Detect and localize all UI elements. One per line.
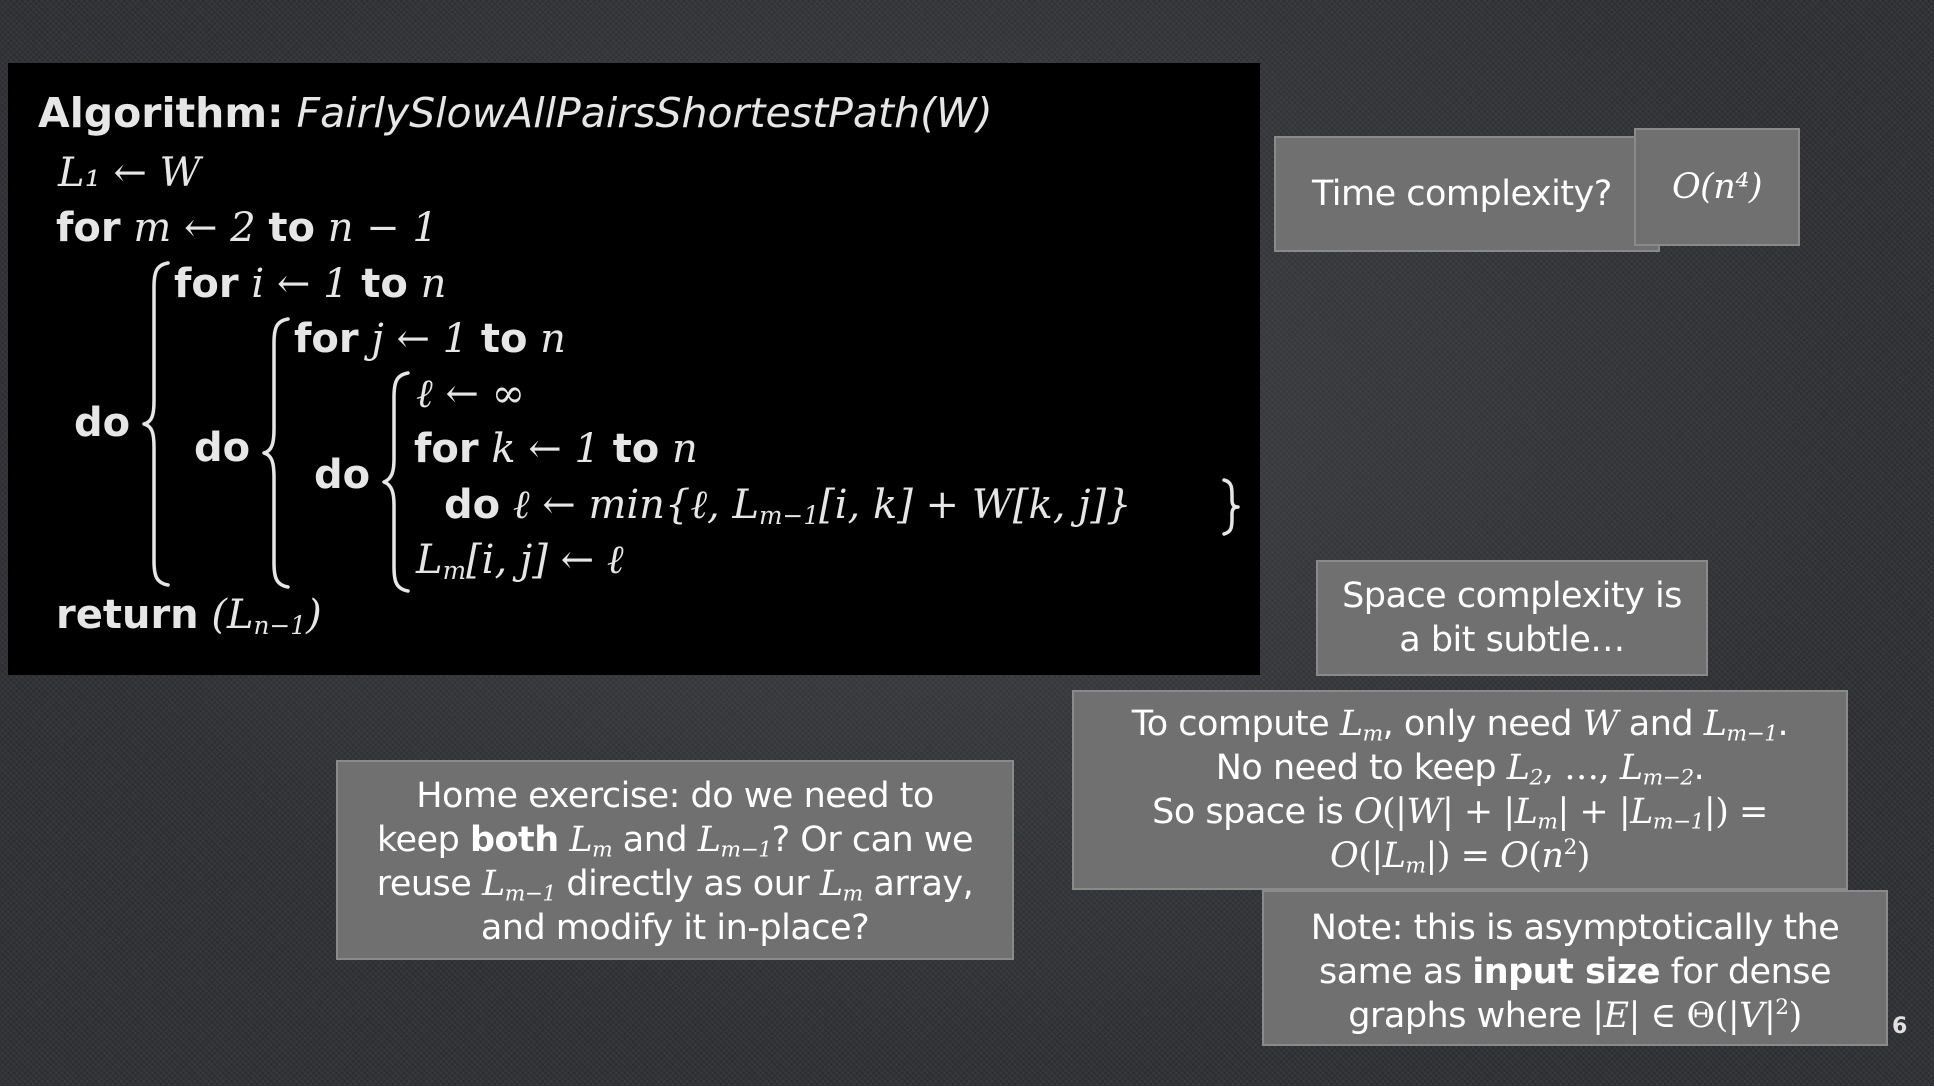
note-input-size: input size [1472, 952, 1660, 992]
loop-j-start: j ← 1 [371, 316, 469, 362]
do-label-inner: do [314, 452, 371, 498]
return-L: (L [211, 592, 254, 638]
note-line-3: graphs where |E| ∈ Θ(|V|2) [1348, 994, 1802, 1036]
outer-brace [142, 261, 170, 587]
loop-i-start: i ← 1 [251, 261, 349, 307]
line-return: return (Ln−1) [56, 592, 322, 638]
kw-for: for [174, 261, 239, 307]
note-line-2-post: for dense [1659, 952, 1832, 992]
update-tail: [i, k] + W[k, j]} [819, 482, 1132, 528]
algorithm-label: Algorithm: [38, 89, 284, 137]
middle-brace [262, 317, 290, 589]
line-init-l: ℓ ← ∞ [416, 371, 525, 417]
assign-tail: [i, j] ← ℓ [466, 537, 624, 583]
inner-brace [382, 371, 410, 593]
exercise-line-1: Home exercise: do we need to [416, 776, 934, 816]
space-intro-line-1: Space complexity is [1342, 576, 1682, 616]
time-complexity-answer: O(n⁴) [1671, 167, 1763, 207]
space-intro-line-2: a bit subtle… [1399, 620, 1625, 660]
time-complexity-question: Time complexity? [1312, 174, 1612, 214]
loop-k-start: k ← 1 [491, 426, 600, 472]
note-line-2: same as input size for dense [1264, 950, 1886, 994]
algorithm-title: Algorithm: FairlySlowAllPairsShortestPat… [38, 93, 993, 134]
time-complexity-box: Time complexity? [1274, 136, 1660, 252]
kw-to: to [361, 261, 408, 307]
note-line-1: Note: this is asymptotically the [1310, 908, 1840, 948]
do-label-outer: do [74, 400, 131, 446]
space-detail-line-1: To compute Lm, only need W and Lm−1. [1131, 704, 1789, 747]
loop-m-end: n − 1 [327, 205, 438, 251]
space-detail-line-2: No need to keep L2, …, Lm−2. [1215, 748, 1705, 791]
kw-for: for [56, 205, 121, 251]
time-complexity-answer-box: O(n⁴) [1634, 128, 1800, 246]
loop-k-end: n [672, 426, 698, 472]
kw-do: do [444, 482, 501, 528]
update-expr: ℓ ← min{ℓ, L [512, 482, 760, 528]
loop-i-end: n [420, 261, 447, 307]
space-detail-line-4: O(|Lm|) = O(n2) [1330, 834, 1590, 879]
line-for-k: for k ← 1 to n [414, 429, 698, 469]
algorithm-arg: (W) [920, 89, 993, 137]
line-for-i: for i ← 1 to n [174, 264, 446, 304]
kw-to: to [612, 426, 660, 472]
return-tail: ) [306, 592, 322, 638]
line-update: do ℓ ← min{ℓ, Lm−1[i, k] + W[k, j]} [444, 482, 1132, 528]
space-detail-line-3: So space is O(|W| + |Lm| + |Lm−1|) = [1152, 792, 1768, 835]
kw-for: for [294, 316, 359, 362]
kw-return: return [56, 592, 199, 638]
algorithm-name: FairlySlowAllPairsShortestPath [296, 89, 921, 137]
exercise-line-4: and modify it in-place? [480, 908, 870, 948]
kw-to: to [268, 205, 315, 251]
kw-for: for [414, 426, 479, 472]
kw-to: to [480, 316, 528, 362]
home-exercise-box: Home exercise: do we need to keep both L… [336, 760, 1014, 960]
line-assign: Lm[i, j] ← ℓ [416, 537, 624, 583]
slide: Algorithm: FairlySlowAllPairsShortestPat… [0, 0, 1934, 1086]
assign-L: L [416, 537, 443, 583]
line-for-m: for m ← 2 to n − 1 [56, 208, 438, 248]
closing-brace [1222, 478, 1240, 536]
do-label-middle: do [194, 425, 251, 471]
space-intro-box: Space complexity is a bit subtle… [1316, 560, 1708, 676]
line-init: L₁ ← W [58, 150, 201, 196]
note-box: Note: this is asymptotically the same as… [1262, 890, 1888, 1046]
assign-sub: m [442, 556, 467, 586]
algorithm-panel: Algorithm: FairlySlowAllPairsShortestPat… [8, 63, 1260, 675]
page-number: 6 [1892, 1014, 1908, 1039]
exercise-line-2: keep both Lm and Lm−1? Or can we [377, 820, 974, 863]
note-line-2-pre: same as [1318, 952, 1473, 992]
loop-m-start: m ← 2 [133, 205, 256, 251]
loop-j-end: n [540, 316, 566, 362]
return-sub: n−1 [253, 611, 307, 641]
line-for-j: for j ← 1 to n [294, 319, 566, 359]
space-detail-box: To compute Lm, only need W and Lm−1. No … [1072, 690, 1848, 890]
update-sub: m−1 [759, 501, 820, 531]
exercise-line-3: reuse Lm−1 directly as our Lm array, [376, 864, 974, 907]
